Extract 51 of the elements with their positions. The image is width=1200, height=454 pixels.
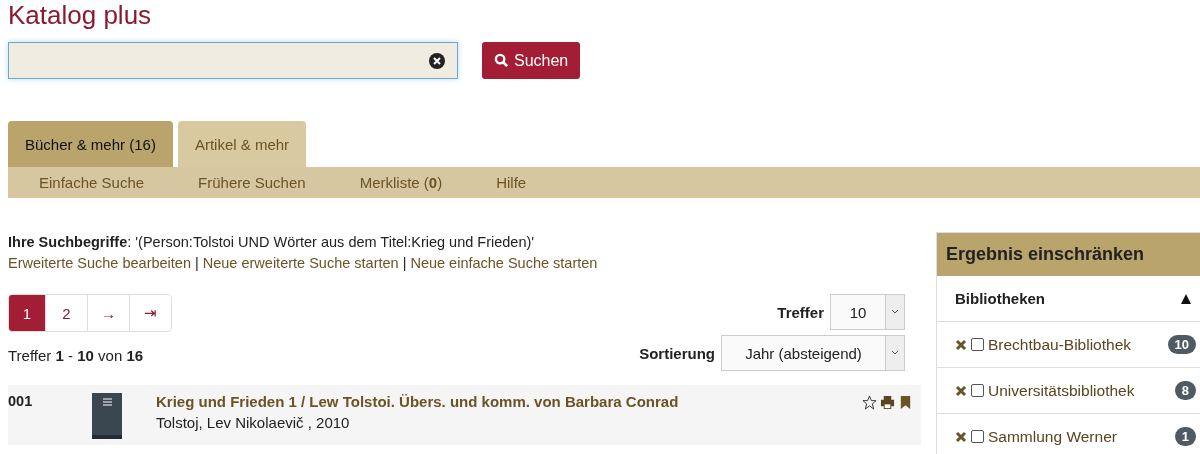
nav-link[interactable]: Frühere Suchen — [198, 174, 306, 191]
result-number: 001 — [8, 393, 34, 411]
filter-section-header[interactable]: Bibliotheken — [937, 276, 1200, 322]
filter-label: Brechtbau-Bibliothek — [988, 335, 1133, 354]
bookmark-icon[interactable] — [898, 395, 913, 410]
page-title: Katalog plus — [7, 0, 153, 30]
sort-label: Sortierung — [639, 344, 715, 362]
exclude-icon[interactable] — [955, 430, 967, 443]
tab[interactable]: Artikel & mehr — [177, 121, 307, 167]
hits-label: Treffer — [777, 303, 824, 321]
count-badge: 10 — [1167, 335, 1196, 354]
chevron-down-icon — [891, 309, 899, 315]
search-button[interactable]: Suchen — [482, 42, 581, 79]
filter-item[interactable]: Universitätsbibliothek 8 — [937, 368, 1200, 414]
filter-label: Universitätsbibliothek — [988, 381, 1136, 400]
nav-link[interactable]: Merkliste (0) — [359, 174, 443, 191]
checkbox[interactable] — [971, 430, 984, 443]
star-icon[interactable] — [862, 395, 877, 410]
nav-link[interactable]: Einfache Suche — [39, 174, 145, 191]
chevron-down-icon — [891, 350, 899, 356]
checkbox[interactable] — [971, 384, 984, 397]
print-icon[interactable] — [880, 395, 895, 410]
filter-label: Sammlung Werner — [988, 427, 1118, 446]
page-button[interactable]: 1 — [9, 295, 45, 331]
hits-summary: Treffer 1 - 10 von 16 — [8, 347, 144, 364]
search-icon — [494, 53, 509, 68]
tab[interactable]: Bücher & mehr (16) — [8, 121, 173, 167]
clear-icon[interactable] — [429, 52, 445, 69]
filter-item[interactable]: Brechtbau-Bibliothek 10 — [937, 322, 1200, 368]
exclude-icon[interactable] — [955, 338, 967, 351]
search-terms-text: Ihre Suchbegriffe: '(Person:Tolstoi UND Wörter aus dem Titel:Krieg und Frieden)' — [8, 233, 536, 252]
search-link[interactable]: Erweiterte Suche bearbeiten — [8, 253, 191, 274]
filter-item[interactable]: Sammlung Werner 1 — [937, 414, 1200, 454]
checkbox[interactable] — [971, 338, 984, 351]
hits-select[interactable]: 10 — [830, 294, 905, 330]
book-icon — [90, 393, 124, 439]
link-separator: | — [195, 254, 199, 273]
exclude-icon[interactable] — [955, 384, 967, 397]
link-separator: | — [402, 254, 407, 273]
page-button[interactable]: ⇥ — [129, 295, 171, 331]
count-badge: 1 — [1174, 427, 1196, 446]
collapse-icon[interactable] — [1180, 292, 1192, 305]
search-link[interactable]: Neue einfache Suche starten — [410, 253, 598, 274]
panel-title: Ergebnis einschränken — [937, 233, 1200, 276]
count-badge: 8 — [1174, 381, 1196, 400]
search-field[interactable] — [8, 42, 458, 79]
search-link[interactable]: Neue erweiterte Suche starten — [202, 253, 399, 274]
result-author: Tolstoj, Lev Nikolaevič , 2010 — [156, 414, 351, 431]
nav-link[interactable]: Hilfe — [496, 174, 527, 191]
sort-select[interactable]: Jahr (absteigend) — [721, 335, 905, 371]
result-title[interactable]: Krieg und Frieden 1 / Lew Tolstoi. Übers. und komm. von Barbara Conrad — [156, 393, 679, 410]
